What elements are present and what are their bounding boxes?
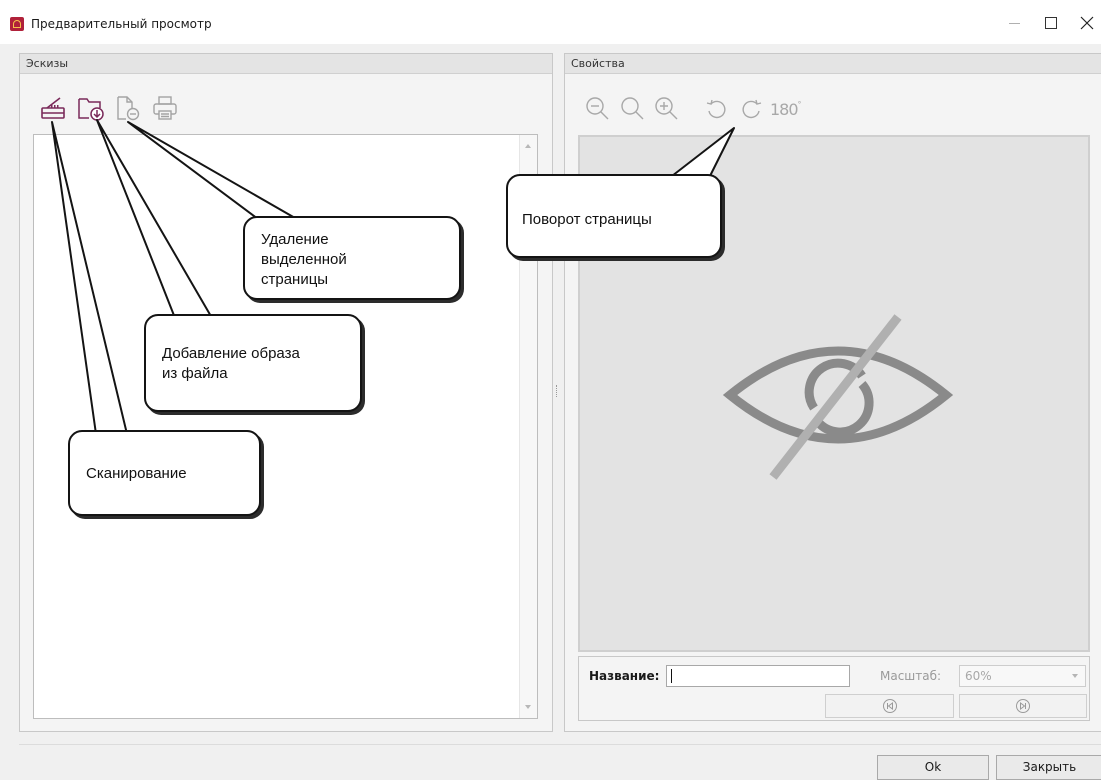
rotate-callout-pointer [671,127,735,177]
callout-add-from-file: Добавление образа из файла [144,314,362,412]
callout-delete-page: Удаление выделенной страницы [243,216,461,300]
callout-rotate-text: Поворот страницы [522,211,652,228]
callout-scan-text: Сканирование [86,465,187,482]
delete-callout-pointer [127,121,303,223]
callout-delete-line-3: страницы [261,271,329,288]
add-callout-pointer [96,119,213,319]
callout-scan: Сканирование [68,430,261,516]
callout-delete-line-2: выделенной [261,251,347,268]
callout-add-line-2: из файла [162,365,228,382]
callout-rotate-page: Поворот страницы [506,174,722,258]
callout-add-line-1: Добавление образа [162,345,300,362]
callout-delete-line-1: Удаление [261,231,329,248]
